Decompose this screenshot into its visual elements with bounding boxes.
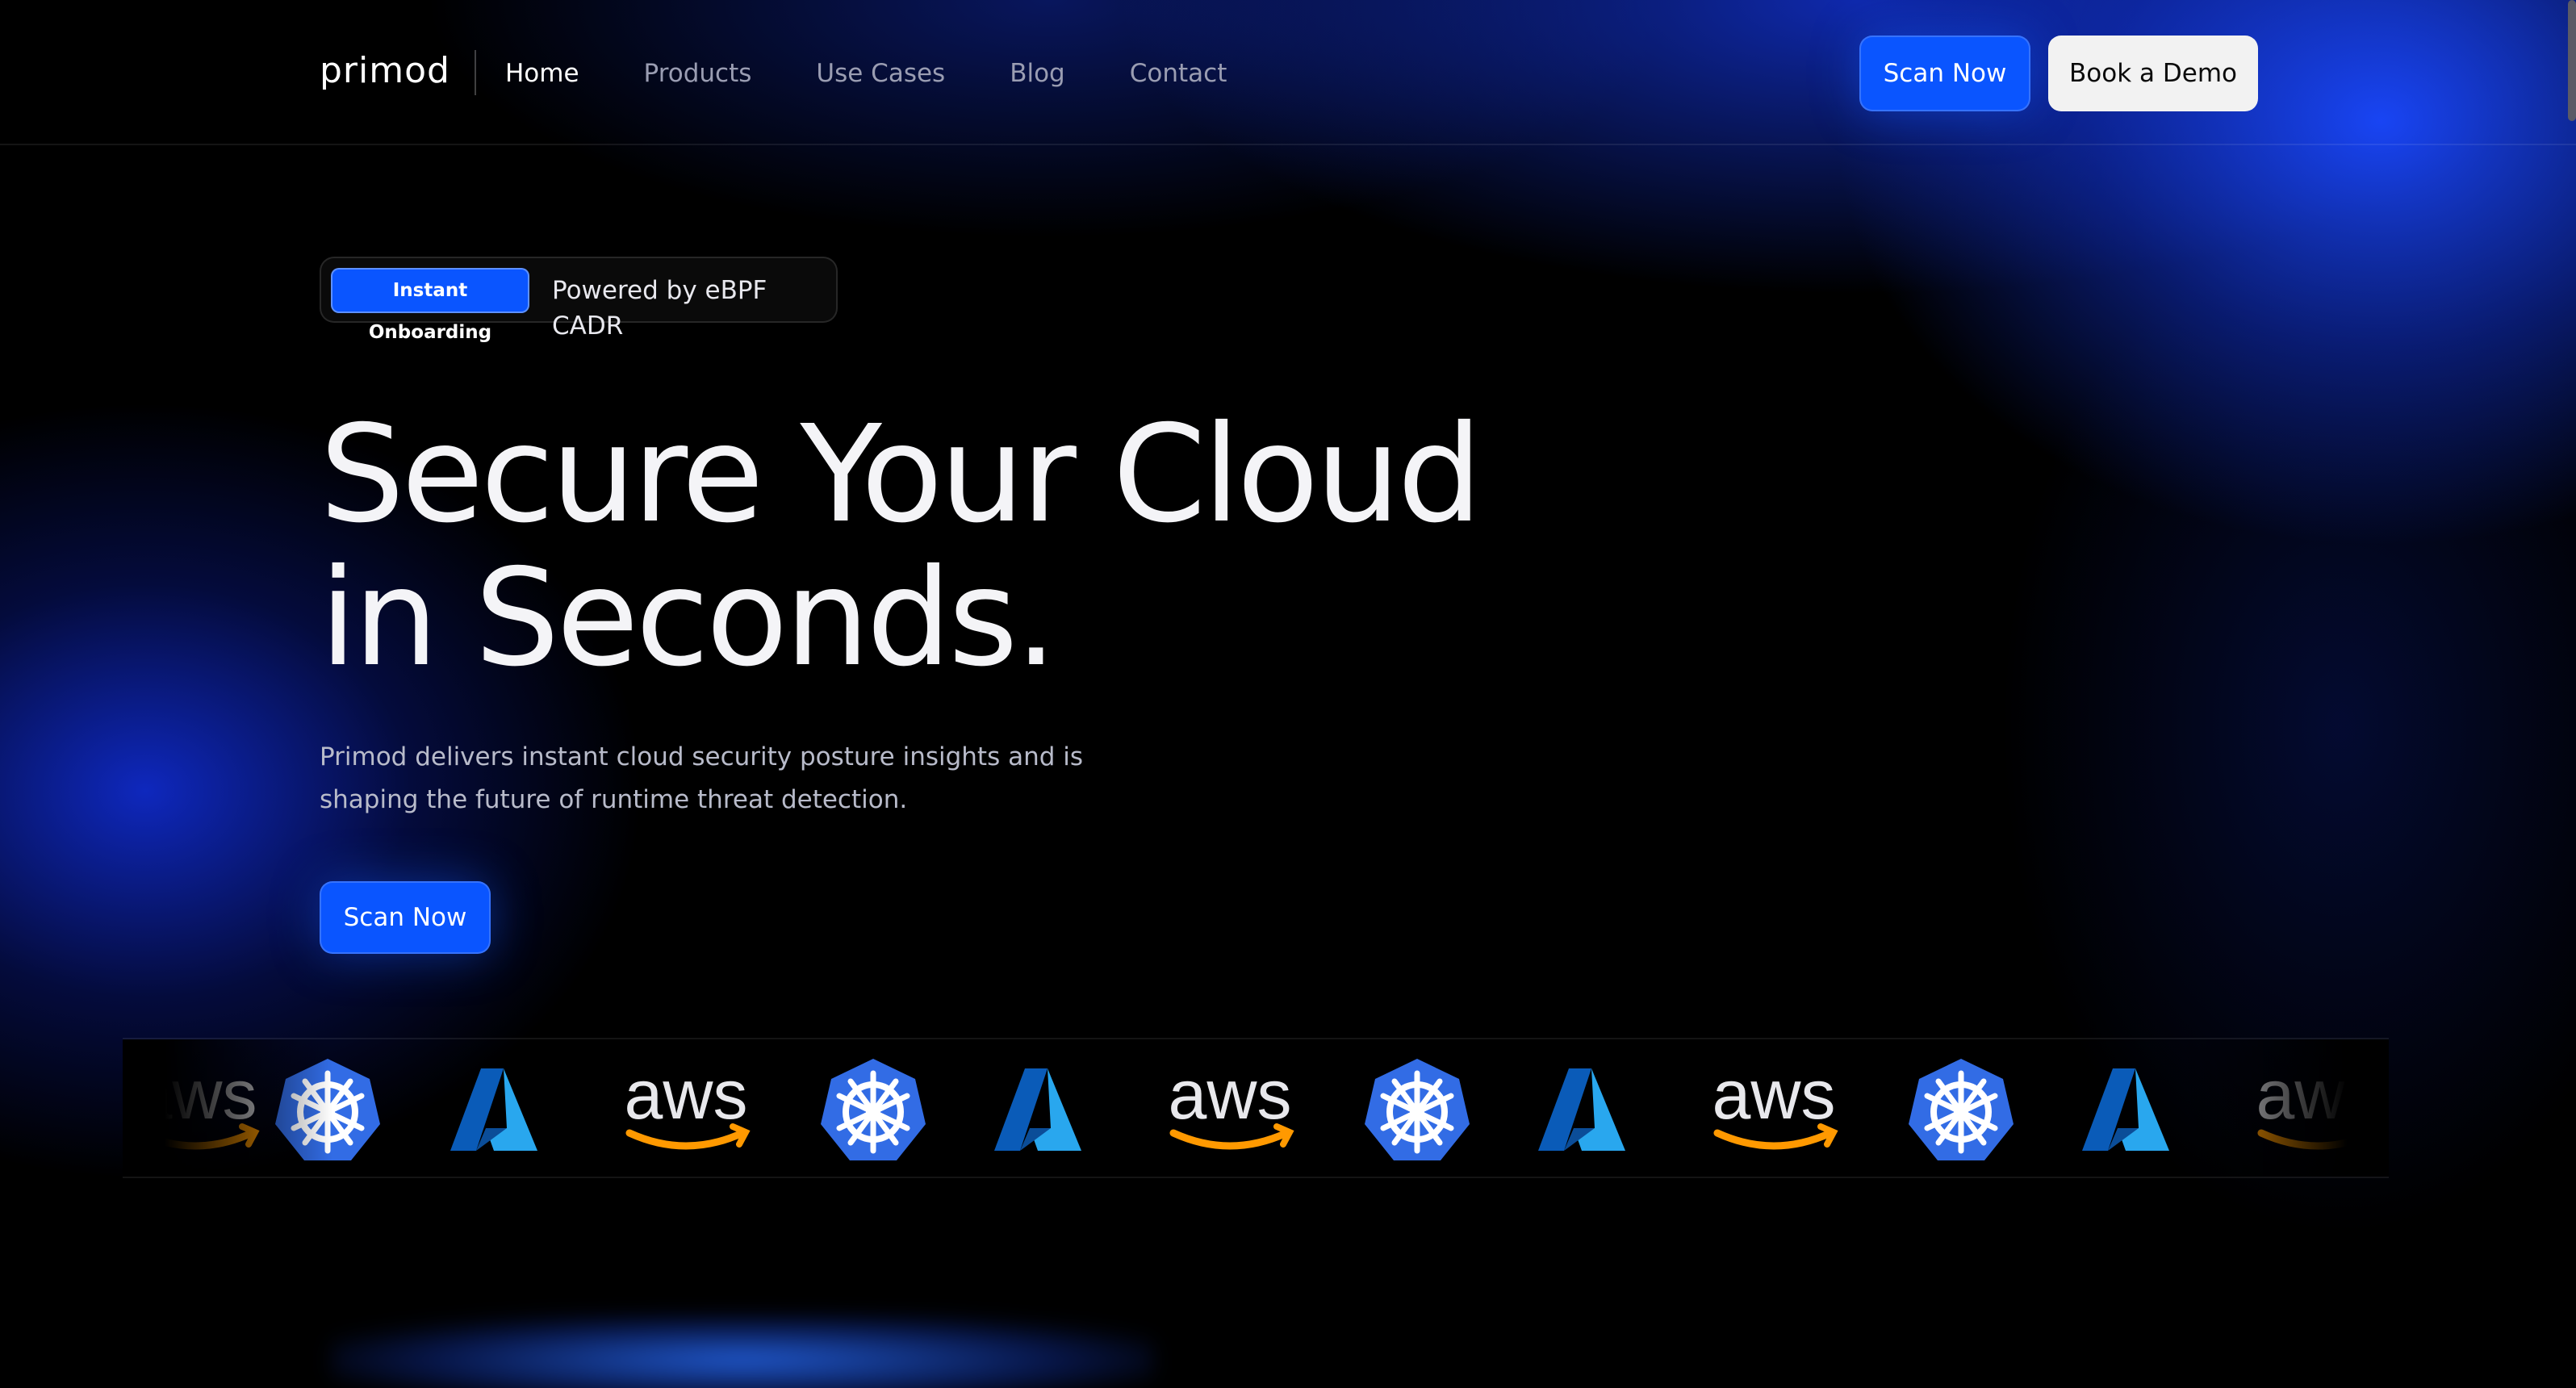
kubernetes-icon bbox=[1909, 1059, 2014, 1160]
aws-logo: aws bbox=[1149, 1056, 1311, 1164]
aws-icon: aws bbox=[1169, 1056, 1294, 1150]
azure-logo bbox=[2077, 1056, 2174, 1164]
kubernetes-icon bbox=[821, 1059, 926, 1160]
integration-logo-strip: aws aws aws aws aws bbox=[123, 1038, 2389, 1178]
hero-title-line-1: Secure Your Cloud bbox=[320, 397, 1482, 553]
hero-title: Secure Your Cloud in Seconds. bbox=[320, 403, 1530, 691]
svg-text:aws: aws bbox=[625, 1056, 748, 1134]
svg-text:aws: aws bbox=[1169, 1056, 1292, 1134]
hero-title-line-2: in Seconds. bbox=[320, 541, 1057, 696]
azure-icon bbox=[2082, 1068, 2169, 1151]
brand-logo[interactable]: primod bbox=[320, 50, 450, 95]
badge-pill: Instant Onboarding bbox=[331, 268, 529, 343]
aws-icon: aws bbox=[625, 1056, 751, 1150]
kubernetes-logo bbox=[1361, 1056, 1474, 1164]
nav-scan-now-button[interactable]: Scan Now bbox=[1859, 36, 2030, 111]
hero-description-line-2: shaping the future of runtime threat det… bbox=[320, 785, 908, 814]
nav-item-contact[interactable]: Contact bbox=[1130, 56, 1227, 90]
azure-logo bbox=[445, 1056, 542, 1164]
azure-icon bbox=[450, 1068, 537, 1151]
strip-fade-left bbox=[123, 1039, 332, 1177]
azure-icon bbox=[994, 1068, 1081, 1151]
nav-item-products[interactable]: Products bbox=[644, 56, 752, 90]
kubernetes-icon bbox=[1365, 1059, 1470, 1160]
logo-divider bbox=[475, 50, 476, 95]
badge-text: Powered by eBPF CADR bbox=[552, 276, 767, 341]
azure-logo bbox=[989, 1056, 1086, 1164]
hero-description-line-1: Primod delivers instant cloud security p… bbox=[320, 742, 1084, 771]
hero-description: Primod delivers instant cloud security p… bbox=[320, 736, 1127, 822]
nav-links: Home Products Use Cases Blog Contact bbox=[505, 56, 1291, 90]
kubernetes-logo bbox=[817, 1056, 930, 1164]
nav-item-blog[interactable]: Blog bbox=[1010, 56, 1065, 90]
nav-item-use-cases[interactable]: Use Cases bbox=[816, 56, 945, 90]
brand-name: primod bbox=[320, 50, 450, 91]
hero-scan-now-button[interactable]: Scan Now bbox=[320, 881, 491, 954]
aws-logo: aws bbox=[605, 1056, 767, 1164]
nav-item-home[interactable]: Home bbox=[505, 56, 579, 90]
azure-icon bbox=[1538, 1068, 1625, 1151]
announcement-badge[interactable]: Instant Onboarding Powered by eBPF CADR bbox=[320, 257, 838, 343]
book-demo-button[interactable]: Book a Demo bbox=[2048, 36, 2258, 111]
azure-logo bbox=[1533, 1056, 1630, 1164]
strip-fade-right bbox=[2179, 1039, 2389, 1177]
top-navbar: primod Home Products Use Cases Blog Cont… bbox=[0, 0, 2576, 145]
svg-text:aws: aws bbox=[1712, 1056, 1836, 1134]
aws-logo: aws bbox=[1693, 1056, 1855, 1164]
kubernetes-logo bbox=[1905, 1056, 2018, 1164]
scrollbar-thumb[interactable] bbox=[2568, 0, 2576, 121]
product-preview-glow bbox=[331, 1315, 1154, 1388]
aws-icon: aws bbox=[1712, 1056, 1838, 1150]
